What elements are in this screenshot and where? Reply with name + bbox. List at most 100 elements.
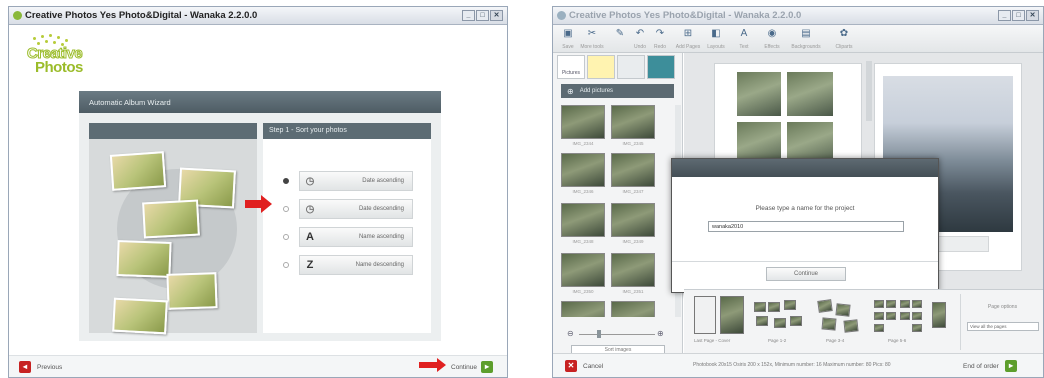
mini-photo[interactable] xyxy=(932,302,946,328)
toolbar-cliparts[interactable]: ✿ Cliparts xyxy=(829,28,859,50)
page-thumbnail[interactable] xyxy=(812,296,864,336)
toolbar-text[interactable]: A Text xyxy=(729,28,759,50)
mini-photo xyxy=(790,316,802,326)
thumbnail-label: IMG_2351 xyxy=(622,289,644,294)
sort-option-name-descending[interactable]: Z Name descending xyxy=(299,255,413,275)
canvas-scrollbar[interactable] xyxy=(866,61,872,121)
page-photo[interactable] xyxy=(737,72,781,116)
zoom-in-icon[interactable]: ⊕ xyxy=(657,329,664,338)
plus-icon: ⊕ xyxy=(567,86,574,96)
mini-photo xyxy=(886,300,896,308)
sort-radio-date-ascending[interactable] xyxy=(283,178,289,184)
close-icon[interactable]: ✕ xyxy=(1026,10,1039,21)
sort-option-name-ascending[interactable]: A Name ascending xyxy=(299,227,413,247)
a-z-icon: A xyxy=(306,231,314,243)
picture-thumbnail[interactable] xyxy=(611,153,655,187)
page-photo[interactable] xyxy=(787,72,833,116)
sort-option-label: Date descending xyxy=(358,206,404,212)
continue-icon[interactable]: ▸ xyxy=(481,361,493,373)
wizard-panel: Automatic Album Wizard Step 1 - Sort you… xyxy=(79,91,441,341)
tab-frames[interactable] xyxy=(617,55,645,79)
picture-thumbnail[interactable] xyxy=(561,153,605,187)
add-pictures-label: Add pictures xyxy=(579,88,614,94)
picture-thumbnail[interactable] xyxy=(561,253,605,287)
tab-pictures[interactable]: Pictures xyxy=(557,55,585,79)
status-text: Photobook 20x15 Osiris 200 x 152x, Minim… xyxy=(693,362,891,368)
picture-thumbnail[interactable] xyxy=(561,301,605,317)
maximize-icon[interactable]: □ xyxy=(476,10,489,21)
page-thumbnail[interactable] xyxy=(872,296,924,336)
sort-panel: Step 1 - Sort your photos ◷ Date ascendi… xyxy=(263,123,431,333)
wizard-title: Automatic Album Wizard xyxy=(79,91,441,113)
previous-icon[interactable]: ◂ xyxy=(19,361,31,373)
page-thumbnail[interactable] xyxy=(694,296,744,336)
page-view-select[interactable]: View all the pages xyxy=(967,322,1039,331)
album-wizard-window: Creative Photos Yes Photo&Digital - Wana… xyxy=(8,6,508,378)
mini-photo xyxy=(874,312,884,320)
project-name-dialog: Please type a name for the project wanak… xyxy=(671,158,939,293)
picture-thumbnail[interactable] xyxy=(611,105,655,139)
photo-thumbnail xyxy=(116,240,172,278)
title-bar[interactable]: Creative Photos Yes Photo&Digital - Wana… xyxy=(553,7,1043,25)
red-arrow-icon xyxy=(245,195,272,213)
zoom-slider[interactable]: ⊖ ⊕ xyxy=(567,329,667,339)
continue-button[interactable]: Continue xyxy=(451,364,477,371)
window-title: Creative Photos Yes Photo&Digital - Wana… xyxy=(569,10,802,21)
app-icon xyxy=(557,11,566,20)
sort-option-label: Name descending xyxy=(355,262,404,268)
toolbar-redo[interactable]: ↷ Redo xyxy=(645,28,675,50)
picture-thumbnail[interactable] xyxy=(611,253,655,287)
mini-photo xyxy=(756,316,768,326)
zoom-out-icon[interactable]: ⊖ xyxy=(567,329,574,338)
page-options-panel: Page options View all the pages xyxy=(960,294,1043,350)
title-bar[interactable]: Creative Photos Yes Photo&Digital - Wana… xyxy=(9,7,507,25)
picture-thumbnail[interactable] xyxy=(611,203,655,237)
close-icon[interactable]: ✕ xyxy=(490,10,503,21)
photo-thumbnail xyxy=(142,199,200,239)
mini-photo xyxy=(754,302,766,312)
minimize-icon[interactable]: _ xyxy=(462,10,475,21)
thumbnail-label: IMG_2349 xyxy=(622,239,644,244)
end-of-order-icon[interactable]: ▸ xyxy=(1005,360,1017,372)
add-pictures-button[interactable]: ⊕ Add pictures xyxy=(561,84,674,98)
sort-option-label: Date ascending xyxy=(362,178,404,184)
toolbar-layouts[interactable]: ◧ Layouts xyxy=(701,28,731,50)
mini-photo xyxy=(774,318,786,328)
sort-radio-date-descending[interactable] xyxy=(283,206,289,212)
tab-cliparts[interactable] xyxy=(587,55,615,79)
photo-thumbnail xyxy=(109,151,167,191)
sort-option-date-ascending[interactable]: ◷ Date ascending xyxy=(299,171,413,191)
picture-thumbnail[interactable] xyxy=(561,203,605,237)
toolbar-more-tools[interactable]: ✂ More tools xyxy=(577,28,607,50)
cancel-button[interactable]: Cancel xyxy=(583,363,603,370)
cancel-icon[interactable]: ✕ xyxy=(565,360,577,372)
thumbnail-label: IMG_2348 xyxy=(572,239,594,244)
zoom-track[interactable] xyxy=(579,334,655,335)
toolbar-backgrounds[interactable]: ▤ Backgrounds xyxy=(791,28,821,50)
page-thumbnail[interactable] xyxy=(752,296,804,336)
sort-option-label: Name ascending xyxy=(358,234,404,240)
creative-photos-logo: Creative Photos xyxy=(21,33,111,79)
sort-radio-name-ascending[interactable] xyxy=(283,234,289,240)
previous-button[interactable]: Previous xyxy=(37,364,62,371)
tab-backgrounds[interactable] xyxy=(647,55,675,79)
clipart-icon: ✿ xyxy=(839,28,849,39)
maximize-icon[interactable]: □ xyxy=(1012,10,1025,21)
z-a-icon: Z xyxy=(306,259,314,271)
zoom-handle[interactable] xyxy=(597,330,601,338)
toolbar-effects[interactable]: ◉ Effects xyxy=(757,28,787,50)
app-icon xyxy=(13,11,22,20)
picture-thumbnail[interactable] xyxy=(611,301,655,317)
mini-photo xyxy=(768,302,780,312)
mini-photo xyxy=(835,303,851,317)
minimize-icon[interactable]: _ xyxy=(998,10,1011,21)
project-name-input[interactable]: wanaka2010 xyxy=(708,221,904,232)
sort-radio-name-descending[interactable] xyxy=(283,262,289,268)
sort-option-date-descending[interactable]: ◷ Date descending xyxy=(299,199,413,219)
page-thumbnail-label: Page 3-4 xyxy=(826,338,845,343)
dialog-continue-button[interactable]: Continue xyxy=(766,267,846,281)
picture-thumbnail[interactable] xyxy=(561,105,605,139)
toolbar-add-pages[interactable]: ⊞ Add Pages xyxy=(673,28,703,50)
end-of-order-button[interactable]: End of order xyxy=(963,363,999,370)
editor-footer: ✕ Cancel Photobook 20x15 Osiris 200 x 15… xyxy=(553,353,1043,377)
